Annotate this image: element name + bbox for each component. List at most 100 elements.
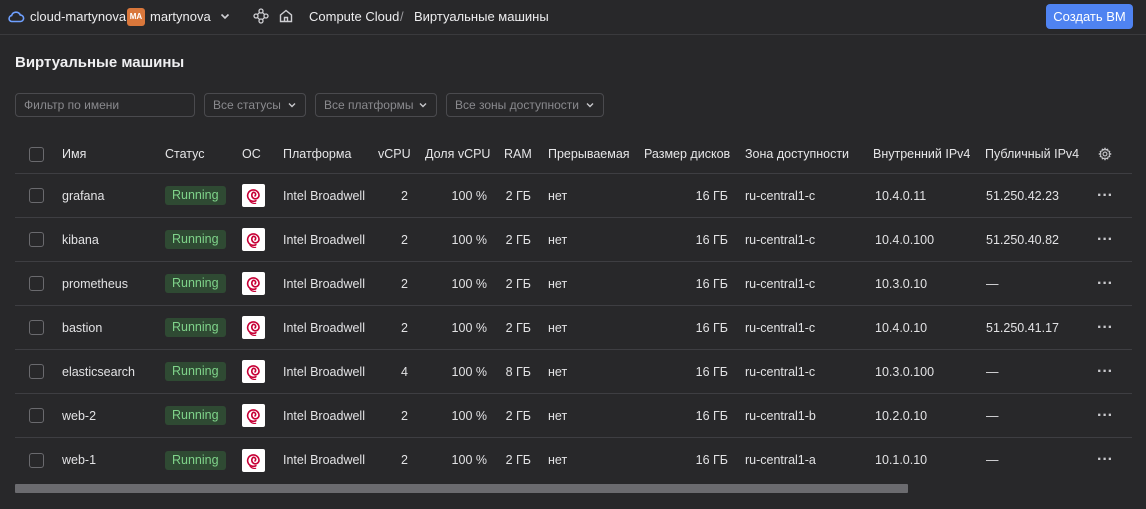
vcpu-share-cell: 100 %: [451, 320, 487, 335]
public-ipv4-cell: 51.250.40.82: [986, 232, 1059, 247]
vcpu-share-cell: 100 %: [451, 276, 487, 291]
column-header-name[interactable]: Имя: [62, 135, 86, 173]
internal-ipv4-cell: 10.4.0.10: [875, 320, 928, 335]
more-dots-icon[interactable]: ···: [1097, 231, 1113, 249]
table-row[interactable]: web-1 Running Intel Broadwell 2 100 % 2 …: [15, 438, 1132, 482]
platform-cell: Intel Broadwell: [283, 188, 365, 203]
os-cell: [242, 218, 265, 261]
table-row[interactable]: prometheus Running Intel Broadwell 2 100…: [15, 262, 1132, 306]
column-header-internal-ipv4[interactable]: Внутренний IPv4: [873, 135, 970, 173]
column-header-public-ipv4[interactable]: Публичный IPv4: [985, 135, 1079, 173]
vm-name[interactable]: kibana: [62, 218, 99, 261]
vm-name[interactable]: elasticsearch: [62, 350, 135, 393]
column-header-platform[interactable]: Платформа: [283, 135, 351, 173]
ram-cell: 2 ГБ: [505, 188, 531, 203]
more-dots-icon[interactable]: ···: [1097, 363, 1113, 381]
table-body: grafana Running Intel Broadwell 2 100 % …: [15, 174, 1132, 482]
table-row[interactable]: elasticsearch Running Intel Broadwell 4 …: [15, 350, 1132, 394]
vm-name[interactable]: web-2: [62, 394, 96, 437]
horizontal-scrollbar[interactable]: [15, 484, 1132, 493]
column-header-zone[interactable]: Зона доступности: [745, 135, 849, 173]
row-checkbox[interactable]: [29, 408, 44, 423]
cloud-name[interactable]: cloud-martynova: [30, 9, 126, 24]
create-vm-button[interactable]: Создать ВМ: [1046, 4, 1133, 29]
table-row[interactable]: kibana Running Intel Broadwell 2 100 % 2…: [15, 218, 1132, 262]
zone-filter-select[interactable]: Все зоны доступности: [446, 93, 604, 117]
row-menu-cell: ···: [1097, 350, 1113, 393]
more-dots-icon[interactable]: ···: [1097, 451, 1113, 469]
internal-ipv4-cell: 10.4.0.11: [875, 188, 927, 203]
public-ipv4-cell: —: [986, 276, 999, 291]
column-header-status[interactable]: Статус: [165, 135, 205, 173]
chevron-down-icon[interactable]: [219, 10, 231, 22]
vcpu-share-cell: 100 %: [451, 232, 487, 247]
zone-filter-label: Все зоны доступности: [455, 98, 579, 112]
zone-cell: ru-central1-c: [745, 276, 816, 291]
cloud-icon[interactable]: [7, 9, 25, 23]
vm-name[interactable]: grafana: [62, 174, 104, 217]
column-header-vcpu[interactable]: vCPU: [378, 135, 411, 173]
name-filter-input[interactable]: [15, 93, 195, 117]
status-badge: Running: [165, 406, 226, 425]
row-checkbox[interactable]: [29, 320, 44, 335]
status-badge: Running: [165, 318, 226, 337]
status-cell: Running: [165, 174, 226, 217]
status-filter-label: Все статусы: [213, 98, 281, 112]
vcpu-cell: 4: [401, 364, 408, 379]
status-badge: Running: [165, 450, 226, 470]
nodes-icon[interactable]: [253, 8, 269, 24]
more-dots-icon[interactable]: ···: [1097, 187, 1113, 205]
public-ipv4-cell: —: [986, 453, 999, 467]
vm-name[interactable]: prometheus: [62, 262, 128, 305]
platform-filter-select[interactable]: Все платформы: [315, 93, 437, 117]
preemptible-cell: нет: [548, 408, 568, 423]
column-header-ram[interactable]: RAM: [504, 135, 532, 173]
gear-icon[interactable]: [1098, 147, 1112, 161]
disk-size-cell: 16 ГБ: [695, 320, 728, 335]
table-row[interactable]: grafana Running Intel Broadwell 2 100 % …: [15, 174, 1132, 218]
preemptible-cell: нет: [548, 453, 568, 467]
more-dots-icon[interactable]: ···: [1097, 275, 1113, 293]
scrollbar-thumb[interactable]: [15, 484, 908, 493]
disk-size-cell: 16 ГБ: [695, 408, 728, 423]
folder-avatar[interactable]: MA: [127, 8, 145, 26]
os-cell: [242, 350, 265, 393]
platform-cell: Intel Broadwell: [283, 232, 365, 247]
row-menu-cell: ···: [1097, 306, 1113, 349]
row-check-cell: [29, 306, 44, 349]
platform-filter-label: Все платформы: [324, 98, 414, 112]
debian-logo-icon: [242, 360, 265, 383]
table-row[interactable]: bastion Running Intel Broadwell 2 100 % …: [15, 306, 1132, 350]
column-header-disk-size[interactable]: Размер дисков: [644, 135, 730, 173]
vm-name[interactable]: web-1: [62, 438, 96, 482]
row-check-cell: [29, 262, 44, 305]
column-header-os[interactable]: ОС: [242, 135, 261, 173]
vm-name[interactable]: bastion: [62, 306, 102, 349]
column-header-vcpu-share[interactable]: Доля vCPU: [425, 135, 490, 173]
row-checkbox[interactable]: [29, 232, 44, 247]
row-checkbox[interactable]: [29, 188, 44, 203]
table-row[interactable]: web-2 Running Intel Broadwell 2 100 % 2 …: [15, 394, 1132, 438]
status-cell: Running: [165, 262, 226, 305]
top-bar: cloud-martynova MA martynova Compute Clo…: [0, 0, 1146, 35]
os-cell: [242, 306, 265, 349]
column-header-preemptible[interactable]: Прерываемая: [548, 135, 630, 173]
zone-cell: ru-central1-b: [745, 408, 816, 423]
more-dots-icon[interactable]: ···: [1097, 407, 1113, 425]
breadcrumb-service[interactable]: Compute Cloud: [309, 9, 399, 24]
status-cell: Running: [165, 394, 226, 437]
more-dots-icon[interactable]: ···: [1097, 319, 1113, 337]
row-checkbox[interactable]: [29, 364, 44, 379]
status-badge: Running: [165, 186, 226, 205]
status-filter-select[interactable]: Все статусы: [204, 93, 306, 117]
vcpu-share-cell: 100 %: [451, 364, 487, 379]
status-cell: Running: [165, 306, 226, 349]
folder-name[interactable]: martynova: [150, 9, 211, 24]
zone-cell: ru-central1-c: [745, 188, 816, 203]
select-all-checkbox[interactable]: [29, 146, 44, 162]
row-checkbox[interactable]: [29, 276, 44, 291]
row-checkbox[interactable]: [29, 452, 44, 468]
row-menu-cell: ···: [1097, 394, 1113, 437]
row-check-cell: [29, 218, 44, 261]
home-icon[interactable]: [278, 8, 294, 24]
